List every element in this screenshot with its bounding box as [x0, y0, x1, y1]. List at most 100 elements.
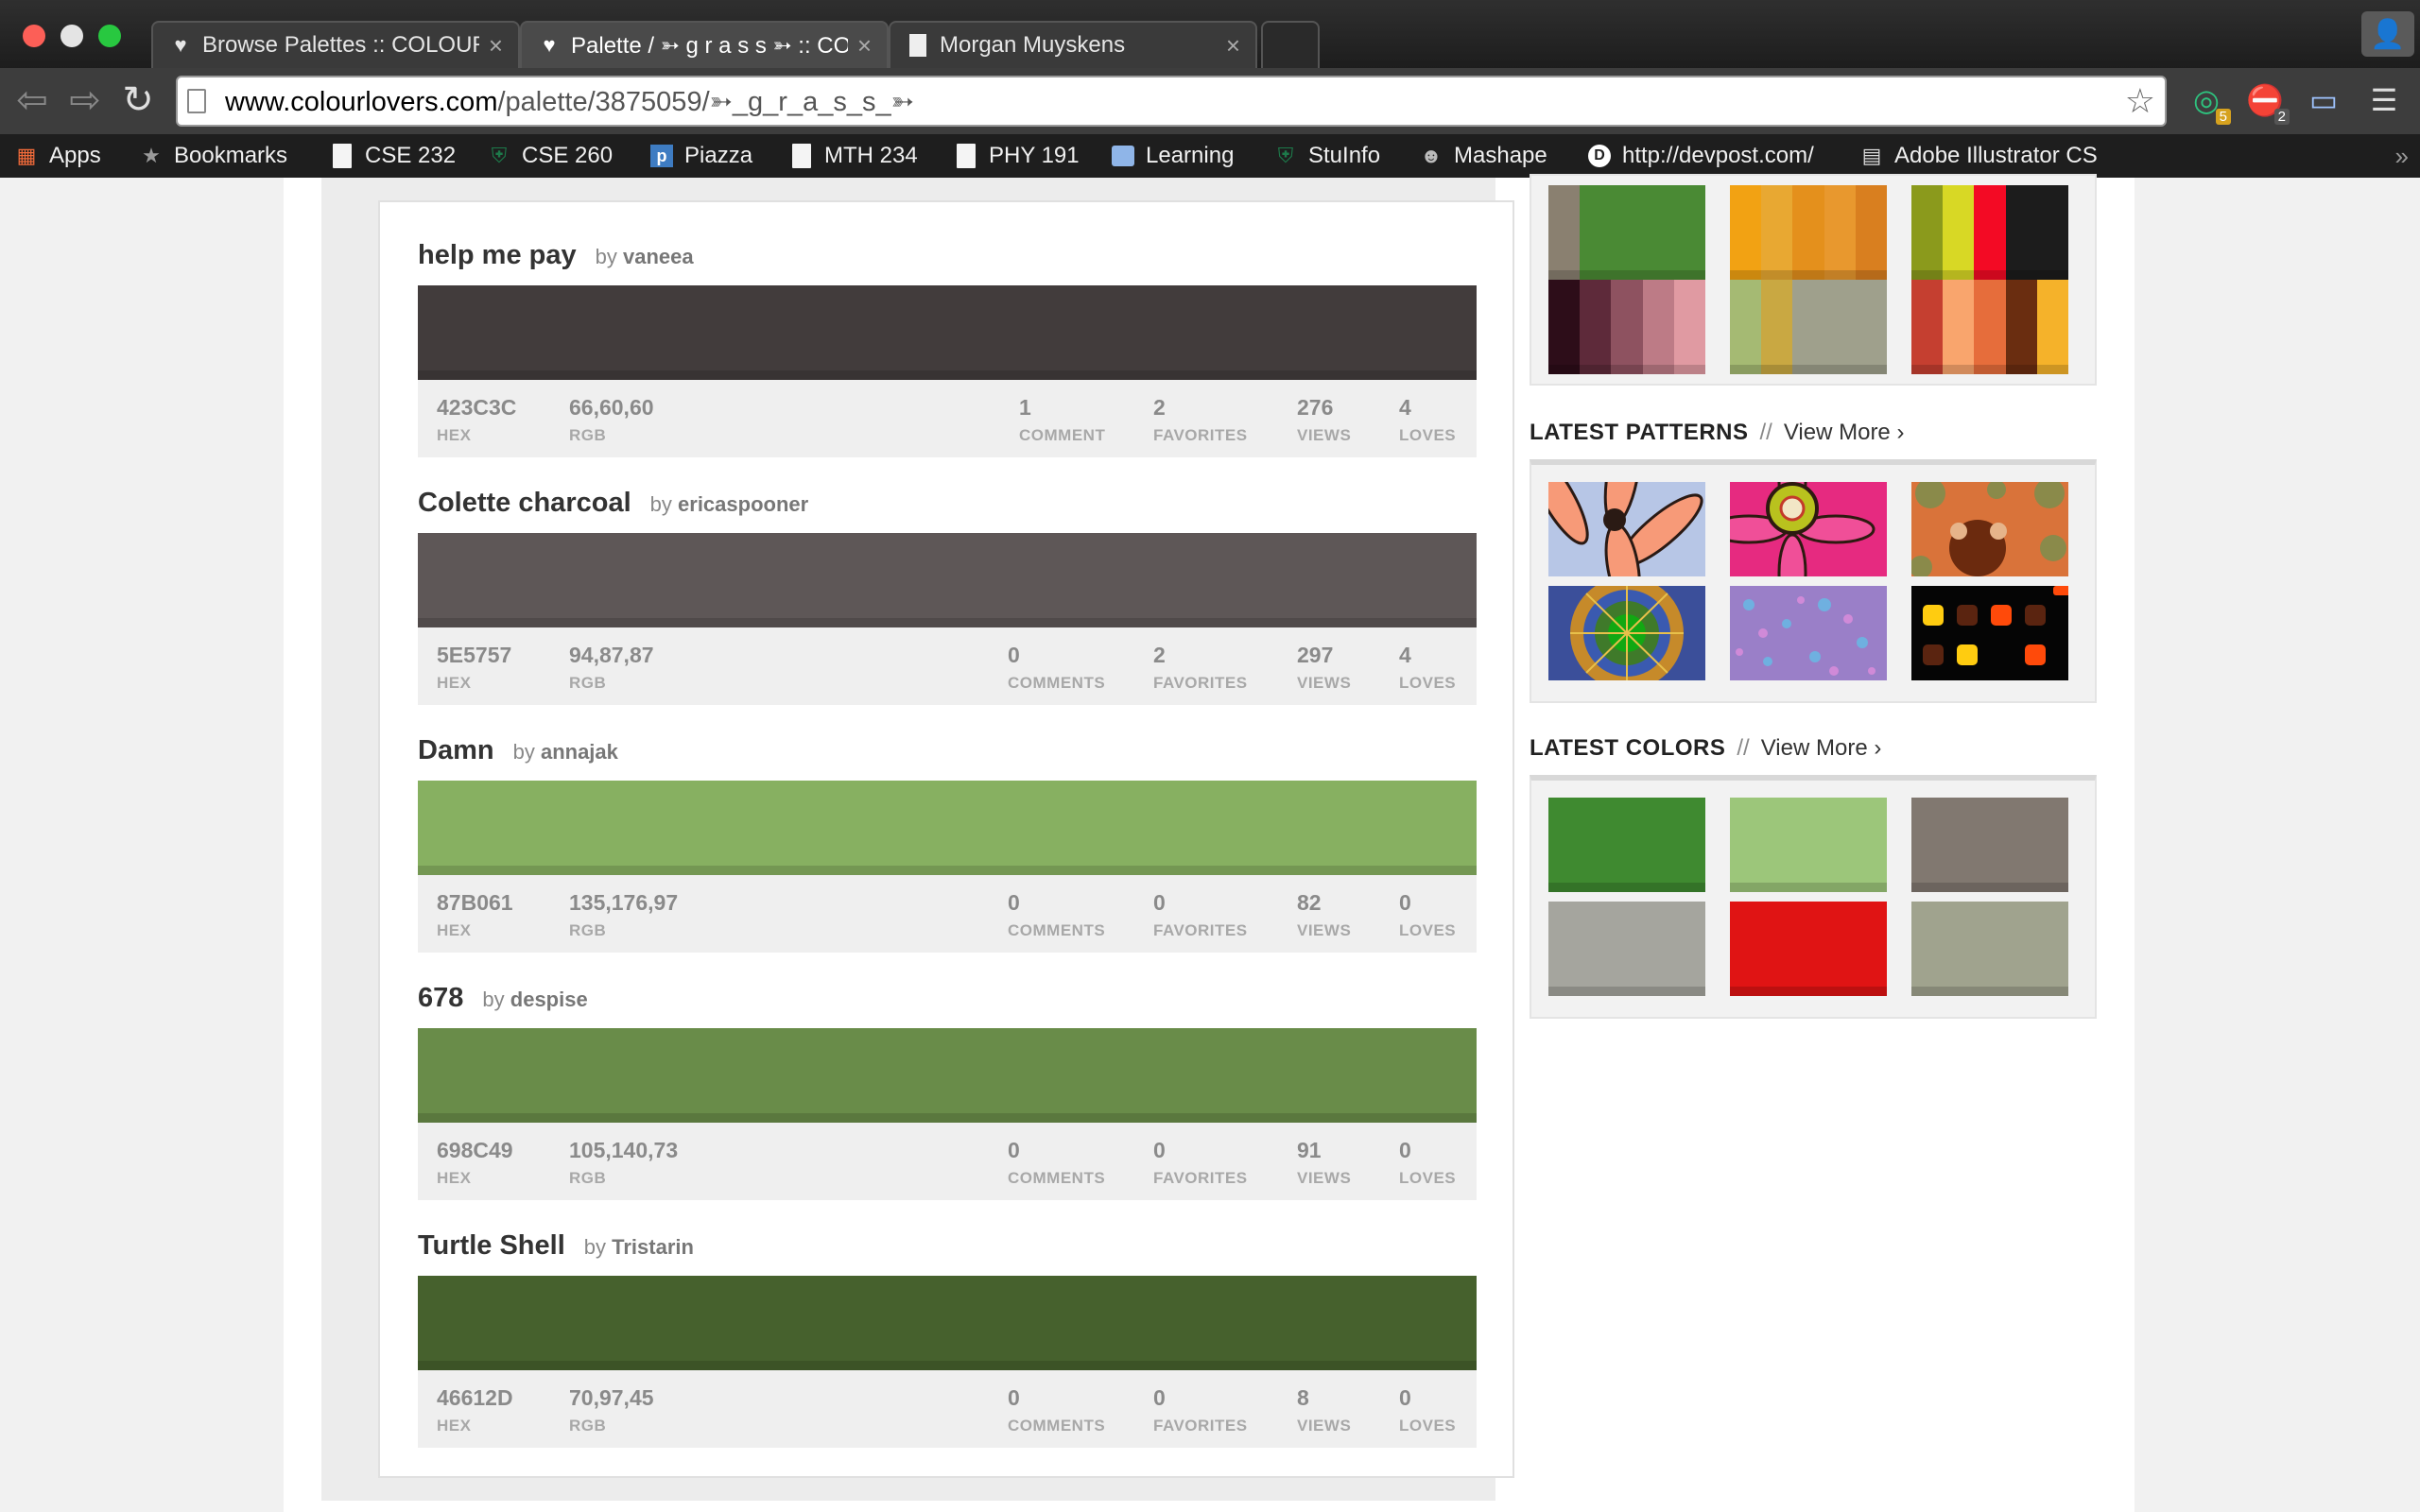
- comments-count: 0: [1008, 1385, 1020, 1410]
- bookmark-apps[interactable]: ▦ Apps: [15, 140, 101, 172]
- cast-icon[interactable]: ▭: [2303, 79, 2344, 121]
- palette-swatch[interactable]: [418, 781, 1477, 875]
- flower-salmon-pattern[interactable]: [1548, 482, 1705, 576]
- forward-arrow-icon[interactable]: ⇨: [62, 77, 108, 123]
- bookmark-mashape[interactable]: ☻ Mashape: [1420, 140, 1547, 172]
- palette-thumbnail[interactable]: [1730, 280, 1887, 374]
- palette-item[interactable]: help me pay by vaneea 423C3C HEX 66,60,60…: [418, 240, 1477, 457]
- dots-orange-pattern[interactable]: [1911, 482, 2068, 576]
- color-thumbnail[interactable]: [1730, 902, 1887, 996]
- palette-byline: by despise: [482, 988, 587, 1012]
- palette-item[interactable]: Turtle Shell by Tristarin 46612D HEX 70,9…: [418, 1230, 1477, 1448]
- bookmark-devpost[interactable]: D http://devpost.com/: [1588, 140, 1814, 172]
- close-window-button[interactable]: [23, 25, 45, 47]
- bookmark-phy-191[interactable]: PHY 191: [955, 140, 1080, 172]
- color-thumbnail[interactable]: [1548, 798, 1705, 892]
- color-thumbnail[interactable]: [1548, 902, 1705, 996]
- loves-label: LOVES: [1399, 426, 1457, 444]
- zoom-window-button[interactable]: [98, 25, 121, 47]
- palette-swatch[interactable]: [418, 1276, 1477, 1370]
- reload-icon[interactable]: ↻: [115, 77, 161, 123]
- adblock-icon[interactable]: ⛔ 2: [2244, 79, 2290, 125]
- favorites-count: 0: [1153, 1138, 1166, 1162]
- url-text[interactable]: www.colourlovers.com/palette/3875059/➳_g…: [225, 85, 914, 118]
- grammarly-icon[interactable]: ◎ 5: [2186, 79, 2231, 125]
- browser-titlebar: ♥ Browse Palettes :: COLOURLO × ♥ Palett…: [0, 0, 2420, 68]
- color-thumbnail[interactable]: [1911, 798, 2068, 892]
- devpost-icon: D: [1588, 145, 1611, 167]
- palette-item[interactable]: 678 by despise 698C49 HEX 105,140,73 RGB 0…: [418, 983, 1477, 1200]
- palette-thumbnail[interactable]: [1548, 185, 1705, 280]
- palette-header: help me pay by vaneea: [418, 240, 1477, 285]
- palette-header: Damn by annajak: [418, 735, 1477, 781]
- color-thumbnail[interactable]: [1911, 902, 2068, 996]
- hex-label: HEX: [437, 1417, 472, 1435]
- back-arrow-icon[interactable]: ⇦: [9, 77, 55, 123]
- bookmark-cse-232[interactable]: CSE 232: [331, 140, 456, 172]
- bookmark-label: PHY 191: [989, 143, 1080, 168]
- favorites-count: 2: [1153, 643, 1166, 667]
- palette-swatch[interactable]: [418, 1028, 1477, 1123]
- profile-icon[interactable]: 👤: [2361, 11, 2414, 57]
- palette-author[interactable]: annajak: [541, 740, 618, 764]
- bookmark-mth-234[interactable]: MTH 234: [790, 140, 918, 172]
- tab-palette-grass[interactable]: ♥ Palette / ➳ g r a s s ➳ :: CO ×: [520, 21, 889, 68]
- view-more-colors-link[interactable]: View More ›: [1761, 735, 1882, 761]
- color-thumbnail[interactable]: [1730, 798, 1887, 892]
- palette-title[interactable]: help me pay: [418, 240, 577, 271]
- chevron-right-icon[interactable]: »: [2395, 142, 2409, 171]
- menu-icon[interactable]: ☰: [2363, 79, 2405, 121]
- bookmark-cse-260[interactable]: ⛨ CSE 260: [488, 140, 613, 172]
- bookmark-stuinfo[interactable]: ⛨ StuInfo: [1274, 140, 1380, 172]
- comments-count: 0: [1008, 643, 1020, 667]
- palette-author[interactable]: despise: [510, 988, 588, 1011]
- palette-thumbnail[interactable]: [1548, 280, 1705, 374]
- squares-black-pattern[interactable]: [1911, 586, 2068, 680]
- bookmark-learning[interactable]: Learning: [1112, 140, 1234, 172]
- spartan-icon: ⛨: [491, 144, 508, 167]
- palette-title[interactable]: Turtle Shell: [418, 1230, 565, 1262]
- palette-title[interactable]: 678: [418, 983, 463, 1014]
- palette-swatch[interactable]: [418, 285, 1477, 380]
- tab-morgan-muyskens[interactable]: Morgan Muyskens ×: [889, 21, 1257, 68]
- view-more-patterns-link[interactable]: View More ›: [1784, 420, 1905, 445]
- bookmark-adobe-illustrator[interactable]: ▤ Adobe Illustrator CS: [1860, 140, 2361, 172]
- palette-stats: 87B061 HEX 135,176,97 RGB 0 COMMENTS 0 FAVOR…: [418, 875, 1477, 953]
- palette-item[interactable]: Colette charcoal by ericaspooner 5E5757 H…: [418, 488, 1477, 705]
- minimize-window-button[interactable]: [60, 25, 83, 47]
- bookmark-piazza[interactable]: p Piazza: [650, 140, 752, 172]
- comments-label: COMMENTS: [1008, 921, 1106, 939]
- new-tab-button[interactable]: [1261, 21, 1320, 68]
- browser-toolbar: ⇦ ⇨ ↻ www.colourlovers.com/palette/38750…: [0, 68, 2420, 134]
- palette-author[interactable]: vaneea: [623, 245, 694, 268]
- bookmark-label: Adobe Illustrator CS: [1894, 143, 2098, 168]
- address-bar[interactable]: www.colourlovers.com/palette/3875059/➳_g…: [176, 76, 2167, 127]
- tab-browse-palettes[interactable]: ♥ Browse Palettes :: COLOURLO ×: [151, 21, 520, 68]
- palette-author[interactable]: Tristarin: [612, 1235, 694, 1259]
- close-icon[interactable]: ×: [489, 31, 503, 60]
- speckle-purple-pattern[interactable]: [1730, 586, 1887, 680]
- loves-count: 4: [1399, 395, 1411, 420]
- views-count: 297: [1297, 643, 1334, 667]
- palette-thumbnail[interactable]: [1730, 185, 1887, 280]
- mandala-green-pattern[interactable]: [1548, 586, 1705, 680]
- palette-stats: 423C3C HEX 66,60,60 RGB 1 COMMENT 2 FAVORITE…: [418, 380, 1477, 457]
- palette-title[interactable]: Damn: [418, 735, 494, 766]
- close-icon[interactable]: ×: [1226, 31, 1240, 60]
- palette-stats: 5E5757 HEX 94,87,87 RGB 0 COMMENTS 2 FAVORIT…: [418, 627, 1477, 705]
- extension-badge: 2: [2273, 109, 2290, 125]
- favorites-label: FAVORITES: [1153, 674, 1248, 692]
- close-icon[interactable]: ×: [857, 31, 872, 60]
- favorites-count: 2: [1153, 395, 1166, 420]
- palette-thumbnail[interactable]: [1911, 280, 2068, 374]
- flower-pink-pattern[interactable]: [1730, 482, 1887, 576]
- palette-item[interactable]: Damn by annajak 87B061 HEX 135,176,97 RGB …: [418, 735, 1477, 953]
- bookmark-bookmarks[interactable]: ★ Bookmarks: [140, 140, 287, 172]
- loves-count: 0: [1399, 1138, 1411, 1162]
- palette-thumbnail[interactable]: [1911, 185, 2068, 280]
- bookmark-star-icon[interactable]: ☆: [2125, 81, 2155, 121]
- palette-author[interactable]: ericaspooner: [678, 492, 808, 516]
- palette-swatch[interactable]: [418, 533, 1477, 627]
- palette-title[interactable]: Colette charcoal: [418, 488, 631, 519]
- rgb-label: RGB: [569, 426, 607, 444]
